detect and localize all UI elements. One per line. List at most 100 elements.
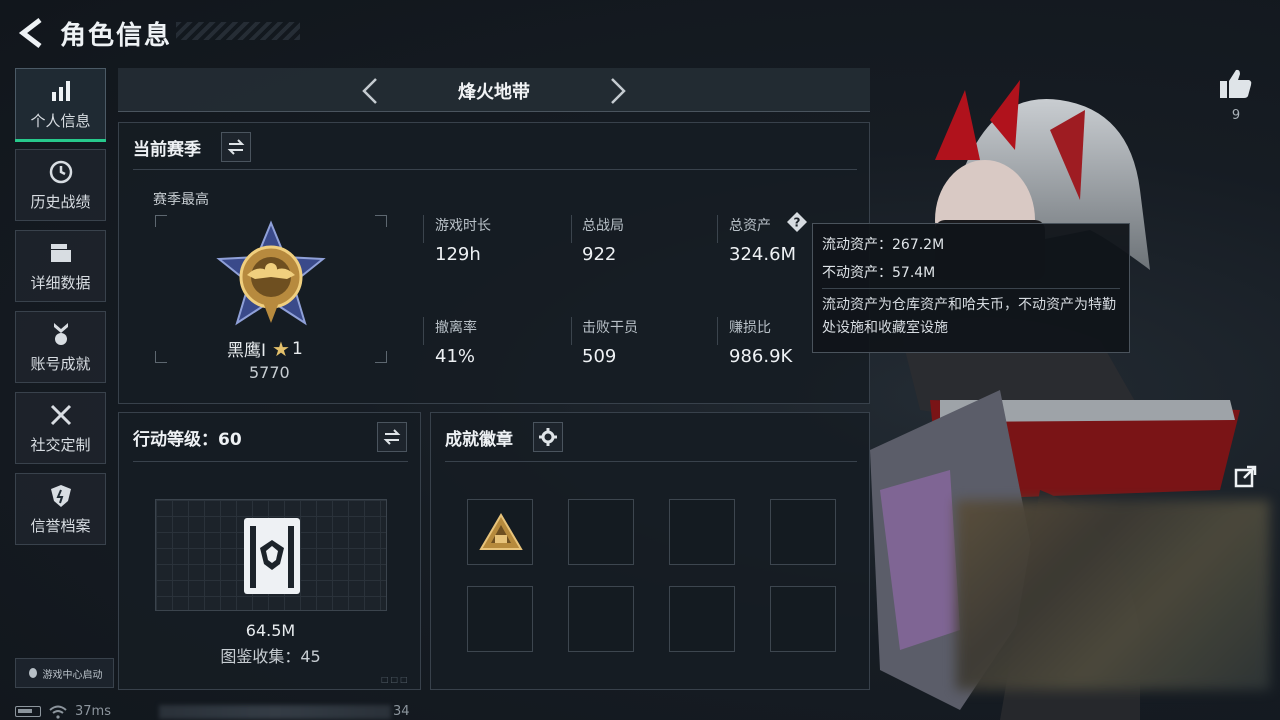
rank-emblem-icon [216, 220, 326, 326]
blurred-region [956, 500, 1270, 690]
battery-icon [15, 706, 41, 717]
wifi-icon [49, 705, 67, 719]
stat-profit-ratio: 赚损比 986.9K [729, 317, 792, 367]
collection-card[interactable] [155, 499, 387, 611]
achievements-settings-button[interactable] [533, 422, 563, 452]
tooltip-liquid-assets: 流动资产：267.2M [822, 237, 945, 253]
season-switch-button[interactable] [221, 132, 251, 162]
stat-label: 总战局 [582, 218, 624, 234]
share-icon[interactable] [1234, 464, 1258, 488]
title-decoration [176, 22, 300, 40]
divider [133, 461, 408, 462]
medal-icon [53, 322, 68, 345]
level-switch-button[interactable] [377, 422, 407, 452]
season-best-label: 赛季最高 [153, 192, 209, 208]
sidebar-item-history[interactable]: 历史战绩 [15, 149, 106, 221]
rank-score: 5770 [249, 363, 290, 382]
mode-selector: 烽火地带 [118, 68, 870, 112]
penguin-icon [28, 668, 37, 678]
divider [717, 215, 718, 243]
pyramid-badge-icon [479, 513, 523, 550]
badge-slot[interactable] [770, 586, 836, 652]
stat-value: 324.6M [729, 244, 797, 265]
rank-stars: 1 [291, 338, 303, 359]
sidebar-item-label: 历史战绩 [30, 192, 91, 211]
divider [445, 461, 857, 462]
action-level-panel: 行动等级：60 64.5M 图鉴收集：45 □□□ [118, 412, 421, 690]
stat-value: 41% [435, 346, 476, 367]
season-panel: 当前赛季 赛季最高 黑鹰Ⅰ ★ 1 5770 游戏时长 129h 总战局 922 [118, 122, 870, 404]
stat-total-matches: 总战局 922 [582, 215, 624, 265]
uid-tail: 34 [392, 704, 410, 719]
badge-slot[interactable] [568, 499, 634, 565]
divider [133, 169, 857, 170]
season-title: 当前赛季 [133, 140, 201, 160]
stat-label: 赚损比 [729, 320, 771, 336]
stat-extract-rate: 撤离率 41% [435, 317, 477, 367]
divider [717, 317, 718, 345]
assets-tooltip: 流动资产：267.2M 不动资产：57.4M 流动资产为仓库资产和哈夫币，不动资… [812, 223, 1130, 353]
badge-slot[interactable] [669, 586, 735, 652]
divider [571, 215, 572, 243]
stat-value: 509 [582, 346, 617, 367]
back-arrow-icon[interactable] [14, 16, 46, 50]
sidebar-item-achievements[interactable]: 账号成就 [15, 311, 106, 383]
stat-label: 总资产 [729, 218, 771, 234]
badge-slot[interactable] [669, 499, 735, 565]
swap-icon [383, 429, 401, 445]
shield-icon [50, 484, 71, 507]
bar-chart-icon [51, 80, 70, 101]
sidebar-item-label: 社交定制 [30, 435, 91, 454]
folder-icon [50, 243, 71, 262]
collection-count: 图鉴收集：45 [220, 647, 321, 666]
stat-label: 游戏时长 [435, 218, 491, 234]
divider [423, 215, 424, 243]
badge-slot[interactable] [467, 586, 533, 652]
sidebar-item-credit[interactable]: 信誉档案 [15, 473, 106, 545]
swap-icon [227, 139, 245, 155]
sidebar-item-label: 账号成就 [30, 354, 91, 373]
stat-play-time: 游戏时长 129h [435, 215, 491, 265]
thumbs-up-icon[interactable] [1218, 66, 1254, 102]
header: 角色信息 [0, 0, 320, 64]
rank-name: 黑鹰Ⅰ ★ 1 [227, 336, 303, 362]
like-count: 9 [1231, 108, 1241, 123]
divider [423, 317, 424, 345]
sidebar-item-personal-info[interactable]: 个人信息 [15, 68, 106, 142]
page-dots: □□□ [381, 675, 410, 684]
gear-icon [539, 428, 557, 446]
sidebar: 个人信息 历史战绩 详细数据 账号成就 社交定制 信誉档案 [15, 68, 107, 554]
sidebar-item-label: 个人信息 [30, 111, 91, 130]
tools-icon [50, 404, 71, 425]
badge-slot[interactable] [467, 499, 533, 565]
achievements-title: 成就徽章 [445, 430, 513, 450]
vault-icon [244, 518, 300, 594]
stat-value: 922 [582, 244, 617, 265]
tooltip-fixed-assets: 不动资产：57.4M [822, 265, 936, 281]
clock-icon [49, 160, 72, 183]
stat-kills: 击败干员 509 [582, 317, 638, 367]
status-bar: 37ms 34 [15, 703, 410, 720]
chevron-right-icon[interactable] [608, 76, 628, 106]
achievement-badges-panel: 成就徽章 [430, 412, 870, 690]
stat-value: 986.9K [729, 346, 793, 367]
level-title: 行动等级：60 [133, 430, 242, 450]
sidebar-item-details[interactable]: 详细数据 [15, 230, 106, 302]
ping-value: 37ms [75, 704, 111, 719]
tooltip-description: 流动资产为仓库资产和哈夫币，不动资产为特勤处设施和收藏室设施 [822, 297, 1116, 336]
svg-text:?: ? [794, 216, 801, 230]
help-icon[interactable]: ? [787, 212, 807, 232]
sidebar-item-label: 详细数据 [30, 273, 91, 292]
badge-slot[interactable] [770, 499, 836, 565]
launch-label: 游戏中心启动 [42, 669, 103, 681]
sidebar-item-social[interactable]: 社交定制 [15, 392, 106, 464]
rank-name-text: 黑鹰Ⅰ [227, 341, 267, 361]
divider [822, 288, 1120, 289]
collection-value: 64.5M [245, 621, 296, 640]
game-center-launch-badge[interactable]: 游戏中心启动 [15, 658, 114, 688]
mode-name: 烽火地带 [458, 82, 530, 103]
stat-value: 129h [435, 244, 481, 265]
badge-slot[interactable] [568, 586, 634, 652]
stat-label: 撤离率 [435, 320, 477, 336]
divider [571, 317, 572, 345]
